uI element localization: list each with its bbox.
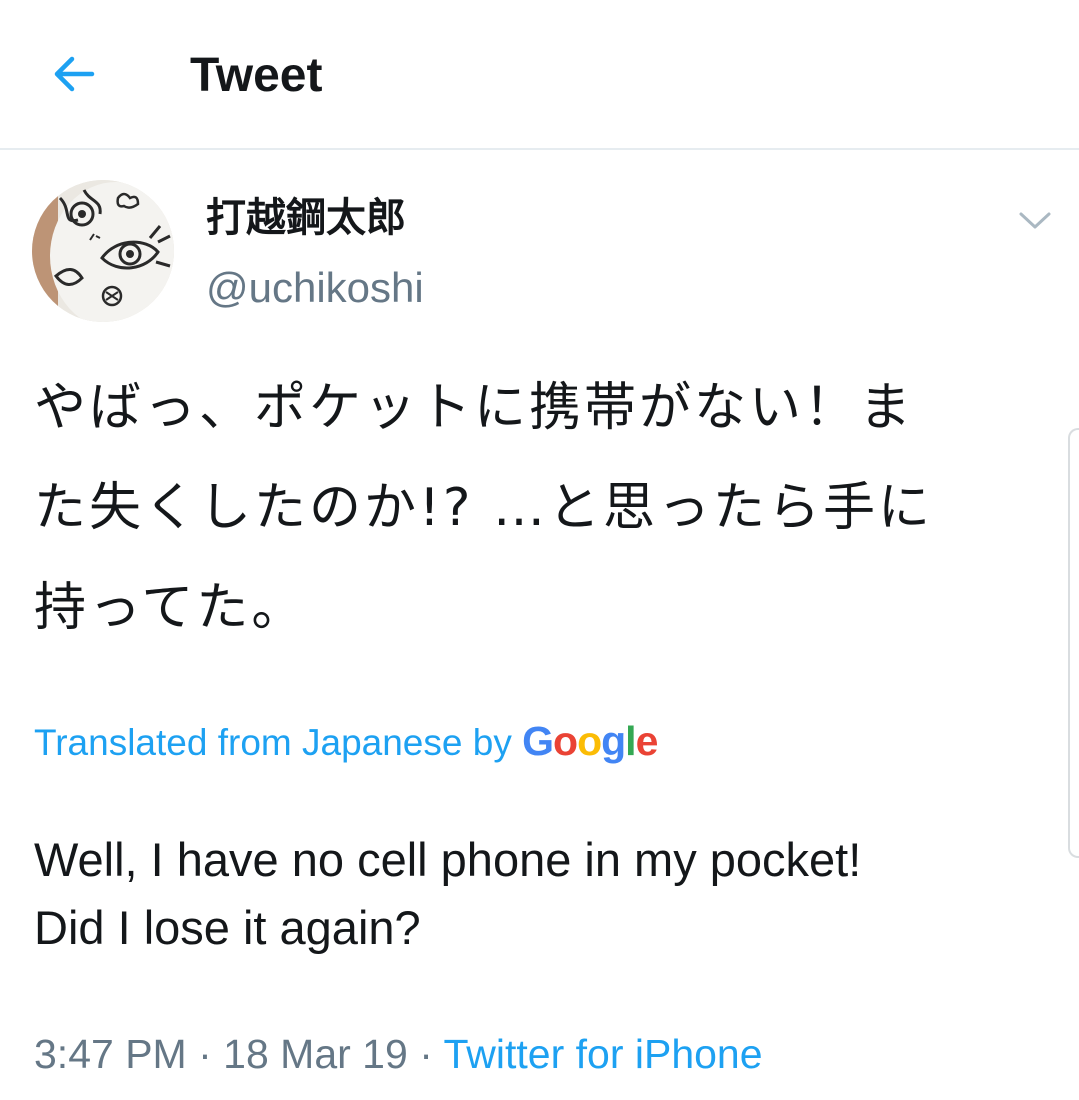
tweet-text-line: た失くしたのか!? …と思ったら手に (34, 478, 933, 538)
tweet-source-link[interactable]: Twitter for iPhone (444, 1031, 763, 1077)
avatar[interactable] (32, 180, 174, 322)
scrollbar[interactable] (1068, 428, 1079, 858)
meta-separator: · (198, 1031, 212, 1077)
author-handle[interactable]: @uchikoshi (206, 262, 424, 314)
tweet-text: やばっ、ポケットに携帯がない！ま た失くしたのか!? …と思ったら手に 持ってた… (34, 358, 1044, 658)
google-letter: o (553, 718, 578, 764)
avatar-image (32, 180, 174, 322)
translated-text-line: Did I lose it again? (34, 901, 421, 954)
translated-text-line: Well, I have no cell phone in my pocket! (34, 833, 862, 886)
tweet-date: 18 Mar 19 (223, 1031, 408, 1077)
tweet-text-line: やばっ、ポケットに携帯がない！ま (34, 378, 915, 438)
top-app-bar: Tweet (0, 0, 1079, 150)
translation-label: Translated from Japanese by (34, 722, 512, 763)
google-letter: g (601, 718, 626, 764)
back-button[interactable] (44, 44, 104, 104)
author-display-name[interactable]: 打越鋼太郎 (206, 192, 406, 244)
google-letter: o (577, 718, 602, 764)
arrow-left-icon (54, 56, 95, 92)
tweet-menu-button[interactable] (1010, 196, 1060, 246)
google-letter: G (522, 718, 554, 764)
meta-separator: · (419, 1031, 433, 1077)
google-logo: Google (522, 718, 659, 764)
page-title: Tweet (190, 49, 323, 102)
chevron-down-icon (1019, 212, 1051, 229)
tweet-time: 3:47 PM (34, 1031, 187, 1077)
tweet-text-line: 持ってた。 (34, 578, 307, 638)
tweet-metadata: 3:47 PM · 18 Mar 19 · Twitter for iPhone (34, 1026, 763, 1082)
google-letter: e (635, 718, 659, 764)
translated-text: Well, I have no cell phone in my pocket!… (34, 826, 1044, 962)
translation-attribution[interactable]: Translated from Japanese by Google (34, 716, 659, 768)
google-letter: l (625, 718, 636, 764)
